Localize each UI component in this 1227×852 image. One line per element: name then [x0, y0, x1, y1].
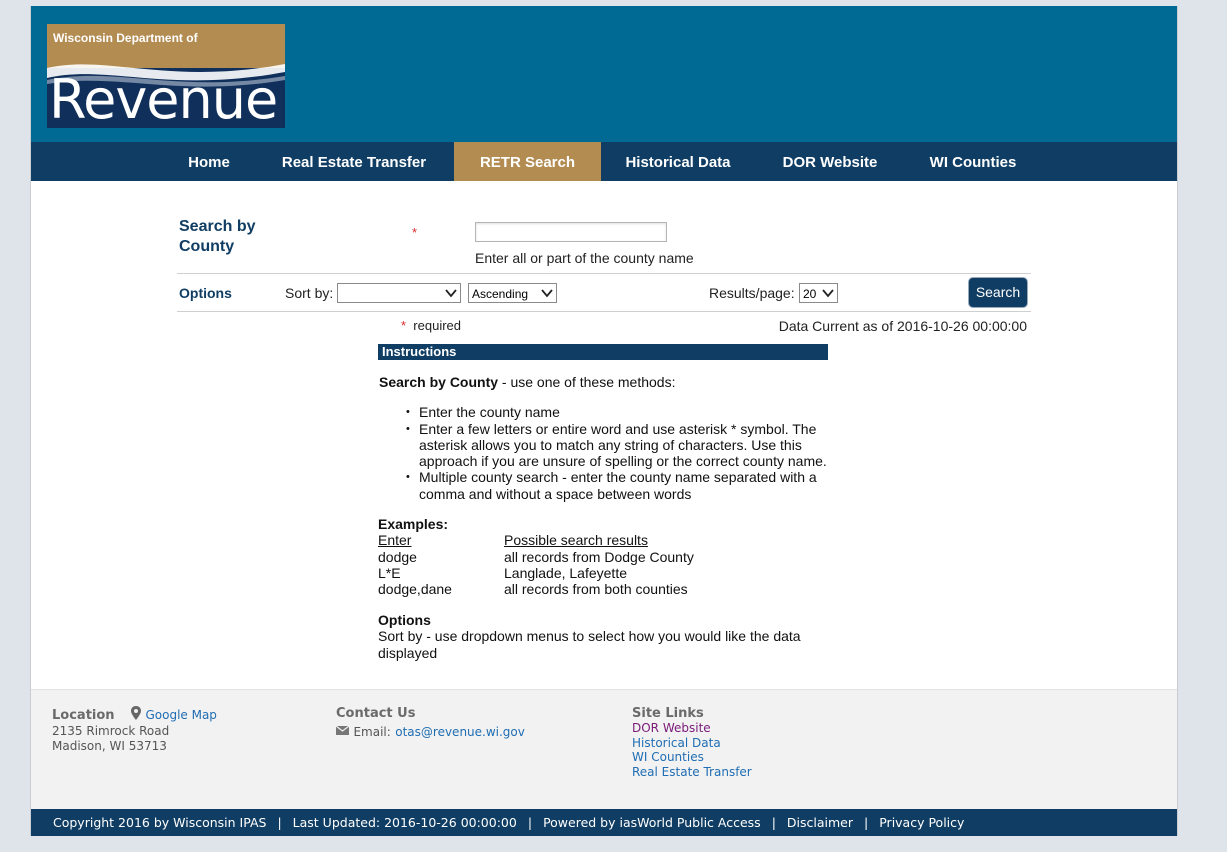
- map-pin-icon: [131, 706, 142, 720]
- list-item: Multiple county search - enter the count…: [406, 469, 829, 502]
- footer-link-historical-data[interactable]: Historical Data: [632, 736, 752, 751]
- footer-contact: Contact Us Email: otas@revenue.wi.gov: [335, 706, 525, 741]
- sort-field-select[interactable]: [337, 283, 461, 303]
- powered-by-text: Powered by iasWorld Public Access: [543, 815, 761, 830]
- example-enter: dodge: [378, 548, 417, 565]
- page-container: Wisconsin Department of Revenue Home Rea…: [30, 6, 1178, 836]
- nav-historical-data[interactable]: Historical Data: [614, 142, 742, 181]
- sort-order-value: Ascending: [472, 287, 529, 301]
- address-line-2: Madison, WI 53713: [52, 738, 167, 753]
- nav-retr-search[interactable]: RETR Search: [454, 142, 601, 181]
- required-note: * required: [401, 318, 461, 333]
- footer-location: Location Google Map 2135 Rimrock Road Ma…: [52, 706, 217, 753]
- instructions-body: Search by County - use one of these meth…: [378, 374, 839, 661]
- search-button[interactable]: Search: [969, 278, 1027, 307]
- list-item: Enter the county name: [406, 404, 829, 421]
- examples-col-result: Possible search results: [504, 532, 648, 549]
- search-by-county-title: Search by County: [179, 218, 256, 255]
- footer-link-dor-website[interactable]: DOR Website: [632, 721, 752, 736]
- email-label: Email:: [353, 725, 391, 739]
- example-result: Langlade, Lafeyette: [504, 564, 627, 581]
- sort-order-select[interactable]: Ascending: [468, 283, 557, 303]
- required-asterisk: *: [412, 225, 418, 240]
- results-per-page-select[interactable]: 20: [799, 283, 838, 303]
- email-link[interactable]: otas@revenue.wi.gov: [395, 725, 525, 739]
- instructions-lead-rest: - use one of these methods:: [498, 374, 676, 390]
- privacy-policy-link[interactable]: Privacy Policy: [879, 809, 964, 836]
- options-label: Options: [179, 285, 232, 301]
- nav-wi-counties[interactable]: WI Counties: [917, 142, 1029, 181]
- chevron-down-icon: [822, 289, 834, 298]
- data-current-timestamp: Data Current as of 2016-10-26 00:00:00: [778, 318, 1027, 334]
- nav-home[interactable]: Home: [173, 142, 245, 181]
- list-item: Enter a few letters or entire word and u…: [406, 421, 829, 470]
- address-line-1: 2135 Rimrock Road: [52, 724, 170, 738]
- logo-tagline: Wisconsin Department of: [53, 31, 198, 45]
- separator: |: [771, 815, 776, 830]
- divider-top: [177, 273, 1031, 274]
- copyright-text: Copyright 2016 by Wisconsin IPAS: [53, 815, 267, 830]
- disclaimer-link[interactable]: Disclaimer: [787, 809, 853, 836]
- instructions-lead: Search by County - use one of these meth…: [379, 374, 839, 390]
- example-result: all records from both counties: [504, 580, 688, 597]
- separator: |: [527, 815, 533, 830]
- footer-link-wi-counties[interactable]: WI Counties: [632, 750, 752, 765]
- options-help-text: Sort by - use dropdown menus to select h…: [378, 628, 801, 661]
- table-row: L*E Langlade, Lafeyette: [378, 565, 839, 581]
- dor-logo[interactable]: Wisconsin Department of Revenue: [47, 24, 285, 128]
- divider-bottom: [177, 311, 1031, 312]
- separator: |: [277, 815, 282, 830]
- county-input-hint: Enter all or part of the county name: [475, 250, 694, 266]
- examples-table: Enter Possible search results dodge all …: [378, 532, 839, 597]
- required-text: required: [413, 318, 461, 333]
- results-per-page-value: 20: [803, 287, 817, 301]
- nav-dor-website[interactable]: DOR Website: [769, 142, 891, 181]
- table-row: dodge all records from Dodge County: [378, 549, 839, 565]
- footer-site-links-heading: Site Links: [632, 706, 704, 721]
- separator: |: [864, 815, 869, 830]
- site-footer: Location Google Map 2135 Rimrock Road Ma…: [31, 689, 1177, 810]
- examples-header-row: Enter Possible search results: [378, 532, 839, 548]
- chevron-down-icon: [445, 289, 457, 298]
- required-asterisk: *: [401, 318, 407, 333]
- example-enter: L*E: [378, 564, 401, 581]
- examples-title: Examples:: [378, 516, 449, 533]
- instructions-lead-bold: Search by County: [379, 374, 499, 390]
- nav-real-estate-transfer[interactable]: Real Estate Transfer: [269, 142, 439, 181]
- example-result: all records from Dodge County: [504, 548, 694, 565]
- results-per-page-label: Results/page:: [709, 285, 795, 301]
- table-row: dodge,dane all records from both countie…: [378, 581, 839, 597]
- chevron-down-icon: [541, 289, 553, 298]
- footer-link-real-estate-transfer[interactable]: Real Estate Transfer: [632, 765, 752, 780]
- footer-contact-heading: Contact Us: [336, 706, 416, 721]
- last-updated-text: Last Updated: 2016-10-26 00:00:00: [292, 815, 517, 830]
- examples-col-enter: Enter: [378, 532, 412, 549]
- google-map-link[interactable]: Google Map: [145, 708, 216, 722]
- instructions-list: Enter the county name Enter a few letter…: [379, 404, 829, 502]
- options-help-title: Options: [378, 612, 431, 629]
- example-enter: dodge,dane: [378, 580, 452, 597]
- instructions-header: Instructions: [378, 344, 828, 360]
- footer-site-links: Site Links DOR Website Historical Data W…: [632, 706, 752, 779]
- site-header: Wisconsin Department of Revenue: [31, 6, 1177, 142]
- footer-location-heading: Location: [52, 708, 115, 723]
- county-search-input[interactable]: [475, 222, 667, 242]
- copyright-bar: Copyright 2016 by Wisconsin IPAS | Last Up…: [31, 809, 1177, 836]
- logo-wordmark: Revenue: [49, 68, 278, 129]
- sort-by-label: Sort by:: [285, 285, 334, 301]
- envelope-icon: [335, 725, 350, 735]
- main-nav: Home Real Estate Transfer RETR Search Hi…: [31, 142, 1177, 181]
